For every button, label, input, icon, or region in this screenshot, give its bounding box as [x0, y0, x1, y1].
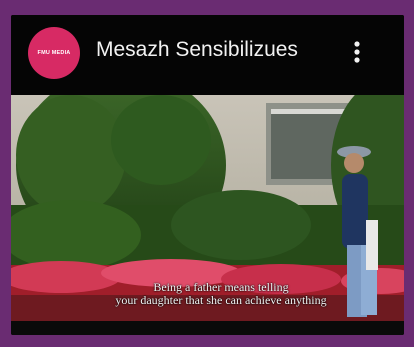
video-card: FMU MEDIA Mesazh Sensibilizues Being a f…: [11, 15, 404, 335]
more-options-button[interactable]: [344, 37, 370, 69]
channel-title[interactable]: Mesazh Sensibilizues: [96, 38, 298, 62]
video-player[interactable]: Being a father means telling your daught…: [11, 95, 404, 321]
channel-avatar[interactable]: FMU MEDIA: [28, 27, 80, 79]
video-subtitles: Being a father means telling your daught…: [51, 281, 391, 307]
channel-header: FMU MEDIA Mesazh Sensibilizues: [11, 15, 404, 95]
avatar-logo-text: FMU MEDIA: [37, 50, 71, 56]
subtitle-line-2: your daughter that she can achieve anyth…: [115, 293, 327, 307]
video-bottom-bar: [11, 321, 404, 335]
more-vert-icon: [354, 41, 360, 63]
